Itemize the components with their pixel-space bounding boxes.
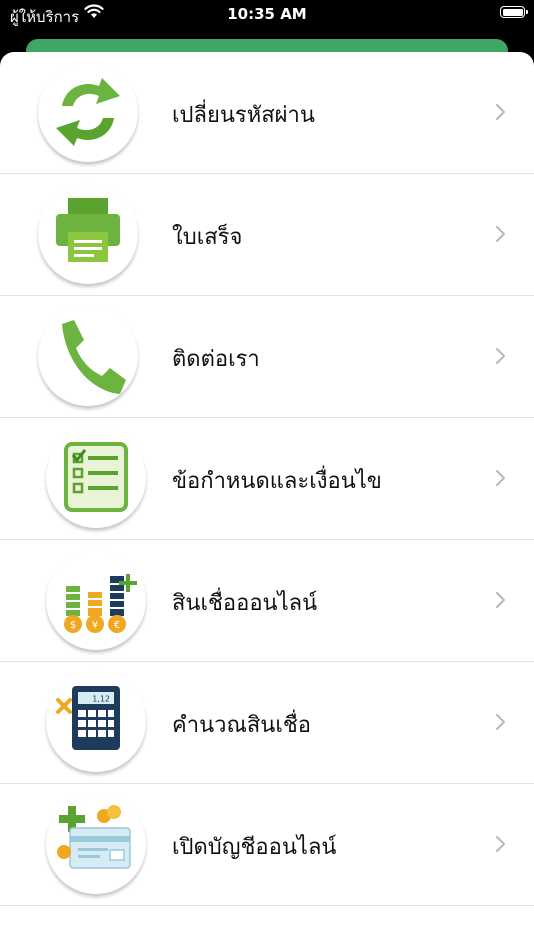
icon-container [38,184,138,284]
icon-container [46,428,146,528]
menu-item-change-password[interactable]: เปลี่ยนรหัสผ่าน [0,52,534,174]
menu-item-open-account[interactable]: เปิดบัญชีออนไลน์ [0,784,534,906]
chevron-right-icon [496,714,505,730]
menu-item-label: ข้อกำหนดและเงื่อนไข [172,469,382,494]
svg-text:¥: ¥ [92,620,98,631]
menu-item-label: เปลี่ยนรหัสผ่าน [172,103,315,128]
calculator-display: 1,12 [92,695,110,704]
icon-container [38,306,138,406]
calculator-icon: 1,12 [56,686,120,750]
svg-text:$: $ [70,620,76,631]
svg-text:€: € [114,620,120,631]
menu-item-label: ใบเสร็จ [172,225,243,250]
chevron-right-icon [496,226,505,242]
chevron-right-icon [496,470,505,486]
menu-item-label: คำนวณสินเชื่อ [172,713,312,738]
menu-item-online-loan[interactable]: $ ¥ € สินเชื่อออนไลน์ [0,540,534,662]
menu-sheet: เปลี่ยนรหัสผ่าน ใบเสร็จ ติดต่อเรา ข้อกำห… [0,52,534,950]
menu-item-contact[interactable]: ติดต่อเรา [0,296,534,418]
menu-item-loan-calculator[interactable]: 1,12 คำนวณสินเชื่อ [0,662,534,784]
menu-item-label: ติดต่อเรา [172,347,260,372]
phone-icon [62,320,126,394]
battery-icon [500,6,528,18]
chevron-right-icon [496,836,505,852]
status-bar: ผู้ให้บริการ 10:35 AM [0,0,534,30]
menu-item-terms[interactable]: ข้อกำหนดและเงื่อนไข [0,418,534,540]
icon-container: $ ¥ € [46,550,146,650]
chevron-right-icon [496,592,505,608]
chevron-right-icon [496,104,505,120]
chevron-right-icon [496,348,505,364]
menu-item-label: เปิดบัญชีออนไลน์ [172,835,337,860]
checklist-icon [64,442,128,512]
icon-container: 1,12 [46,672,146,772]
printer-icon [56,198,120,262]
icon-container [38,62,138,162]
status-time: 10:35 AM [227,5,307,23]
add-account-card-icon [57,805,131,869]
menu-item-label: สินเชื่อออนไลน์ [172,591,318,616]
refresh-arrows-icon [56,78,120,146]
coin-stacks-icon: $ ¥ € [64,574,137,633]
menu-item-receipt[interactable]: ใบเสร็จ [0,174,534,296]
icon-container [46,794,146,894]
